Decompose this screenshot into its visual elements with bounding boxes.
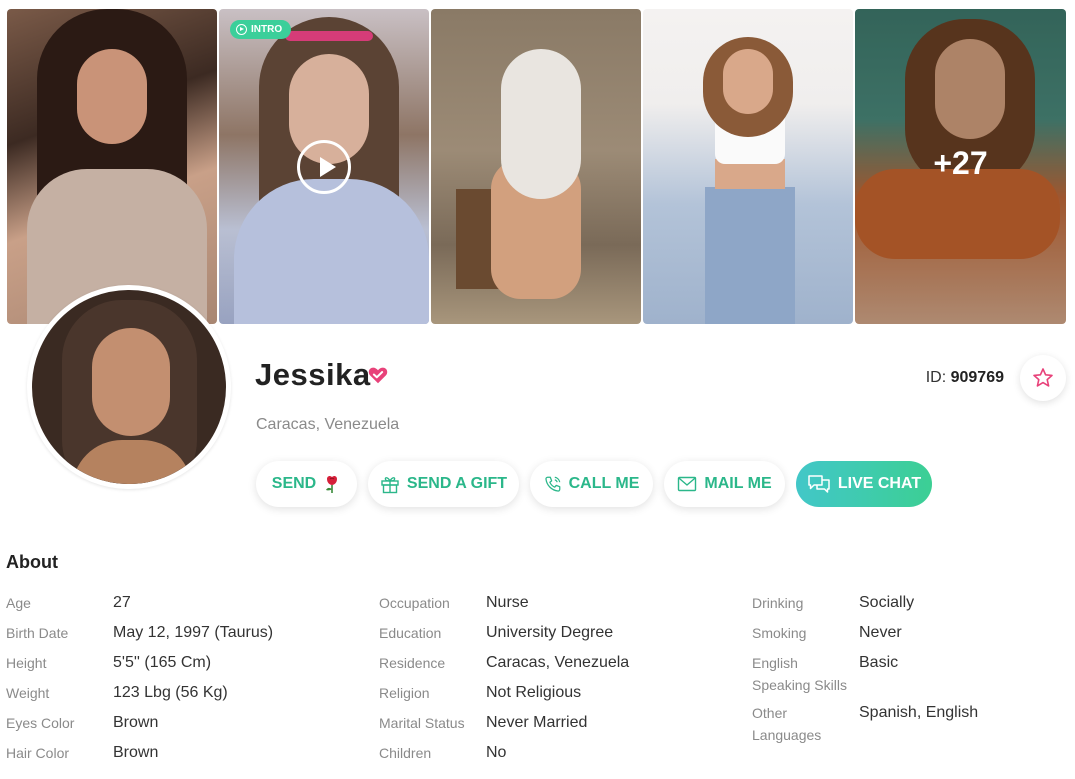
about-value: Caracas, Venezuela	[486, 654, 630, 671]
photo-figure	[285, 31, 373, 41]
about-column-personal: Age 27 Birth Date May 12, 1997 (Taurus) He…	[6, 592, 273, 772]
about-label: Children	[379, 745, 432, 761]
about-value: Brown	[113, 714, 159, 731]
call-me-button[interactable]: CALL ME	[530, 461, 653, 507]
about-row-education: Education University Degree	[379, 622, 629, 652]
about-row-other-languages: Other Languages Spanish, English	[752, 702, 978, 752]
about-value: Spanish, English	[859, 704, 979, 721]
about-value: No	[486, 744, 507, 761]
about-label: Religion	[379, 685, 430, 701]
favorite-button[interactable]	[1020, 355, 1066, 401]
play-circle-icon	[236, 24, 247, 35]
more-photos-count[interactable]: +27	[855, 9, 1066, 324]
send-gift-label: SEND A GIFT	[406, 475, 508, 492]
about-value: University Degree	[486, 624, 614, 641]
about-label: Age	[6, 595, 31, 611]
avatar[interactable]	[27, 285, 231, 489]
about-value: Basic	[859, 654, 899, 671]
about-row-age: Age 27	[6, 592, 273, 622]
mail-me-button[interactable]: MAIL ME	[664, 461, 785, 507]
mail-icon	[678, 476, 697, 492]
about-row-height: Height 5'5'' (165 Cm)	[6, 652, 273, 682]
about-row-religion: Religion Not Religious	[379, 682, 629, 712]
photo-figure	[501, 49, 581, 199]
send-button-label: SEND	[271, 475, 317, 492]
about-row-english-skills: English Speaking Skills Basic	[752, 652, 978, 702]
about-label: Drinking	[752, 595, 804, 611]
about-heading: About	[6, 552, 58, 572]
about-label: Height	[6, 655, 47, 671]
mail-me-label: MAIL ME	[704, 475, 772, 492]
profile-id-value: 909769	[950, 369, 1004, 386]
play-icon[interactable]	[297, 140, 351, 194]
about-row-children: Children No	[379, 742, 629, 772]
about-label: Education	[379, 625, 442, 641]
about-row-occupation: Occupation Nurse	[379, 592, 629, 622]
profile-location: Caracas, Venezuela	[256, 416, 400, 433]
photo-figure	[723, 49, 773, 114]
about-label: Hair Color	[6, 745, 70, 761]
about-row-eyes-color: Eyes Color Brown	[6, 712, 273, 742]
about-label: Birth Date	[6, 625, 69, 641]
rose-icon	[326, 475, 338, 493]
live-chat-button[interactable]: LIVE CHAT	[796, 461, 932, 507]
about-value: Brown	[113, 744, 159, 761]
gallery-photo-3[interactable]	[431, 9, 641, 324]
about-value: Not Religious	[486, 684, 582, 701]
about-row-drinking: Drinking Socially	[752, 592, 978, 622]
intro-badge: INTRO	[230, 20, 292, 39]
about-row-birth-date: Birth Date May 12, 1997 (Taurus)	[6, 622, 273, 652]
about-value: Socially	[859, 594, 915, 611]
call-me-label: CALL ME	[568, 475, 640, 492]
gallery-photo-4[interactable]	[643, 9, 853, 324]
about-row-hair-color: Hair Color Brown	[6, 742, 273, 772]
send-gift-button[interactable]: SEND A GIFT	[368, 461, 519, 507]
photo-figure	[705, 187, 795, 324]
verified-heart-icon	[368, 367, 388, 384]
star-icon	[1033, 368, 1053, 387]
photo-figure	[77, 49, 147, 144]
photo-figure	[234, 179, 429, 324]
about-row-marital-status: Marital Status Never Married	[379, 712, 629, 742]
about-label: Occupation	[379, 595, 450, 611]
avatar-figure	[92, 328, 170, 436]
gallery-photo-1[interactable]	[7, 9, 217, 324]
chat-icon	[808, 475, 830, 493]
gallery-intro-video[interactable]: INTRO	[219, 9, 429, 324]
phone-icon	[544, 476, 560, 492]
about-value: 123 Lbg (56 Kg)	[113, 684, 228, 701]
profile-id: ID: 909769	[926, 369, 1004, 387]
about-label: English Speaking Skills	[752, 655, 847, 693]
about-value: 5'5'' (165 Cm)	[113, 654, 212, 671]
about-row-weight: Weight 123 Lbg (56 Kg)	[6, 682, 273, 712]
about-value: 27	[113, 594, 131, 611]
about-column-background: Occupation Nurse Education University Degr…	[379, 592, 629, 772]
about-row-smoking: Smoking Never	[752, 622, 978, 652]
about-label: Other Languages	[752, 705, 822, 743]
photo-gallery: INTRO +27	[7, 9, 1066, 324]
about-value: Never	[859, 624, 902, 641]
profile-id-label: ID:	[925, 369, 947, 386]
about-label: Eyes Color	[6, 715, 75, 731]
about-label: Residence	[379, 655, 446, 671]
about-label: Marital Status	[379, 715, 465, 731]
about-value: Nurse	[486, 594, 529, 611]
about-label: Smoking	[752, 625, 807, 641]
intro-badge-label: INTRO	[251, 24, 283, 35]
gift-icon	[381, 477, 399, 494]
about-row-residence: Residence Caracas, Venezuela	[379, 652, 629, 682]
gallery-photo-more[interactable]: +27	[855, 9, 1066, 324]
send-rose-button[interactable]: SEND	[256, 461, 357, 507]
profile-name: Jessika	[255, 357, 371, 392]
about-label: Weight	[6, 685, 50, 701]
about-value: Never Married	[486, 714, 588, 731]
about-column-habits: Drinking Socially Smoking Never English Sp…	[752, 592, 978, 752]
live-chat-label: LIVE CHAT	[837, 475, 922, 492]
about-value: May 12, 1997 (Taurus)	[113, 624, 274, 641]
